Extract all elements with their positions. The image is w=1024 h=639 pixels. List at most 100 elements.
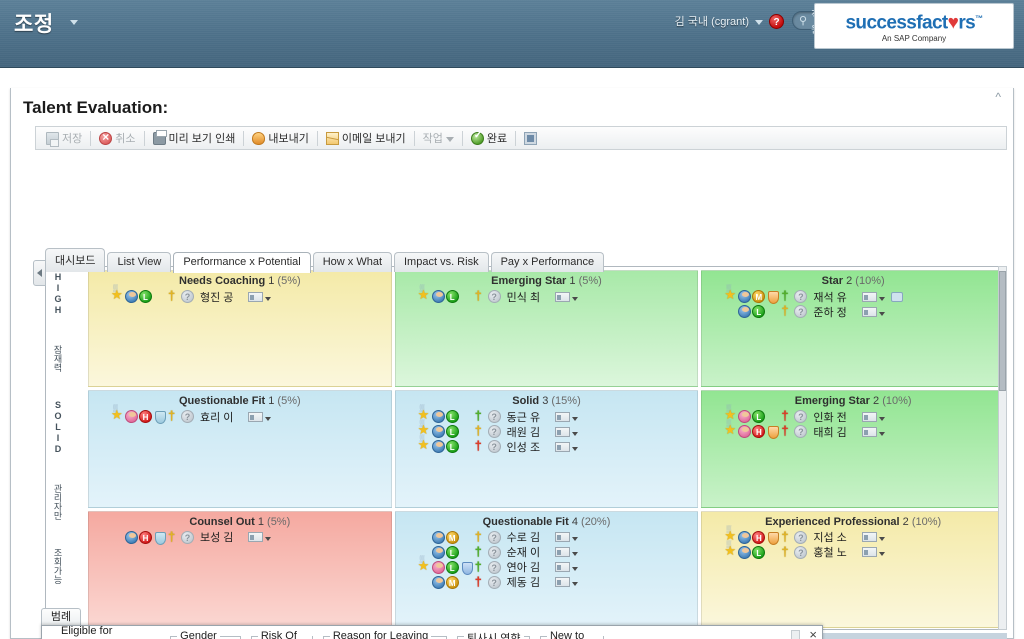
employee-name[interactable]: 민식 최 <box>507 289 540 305</box>
employee-card-icon[interactable] <box>555 547 571 558</box>
employee-card-chevron-icon[interactable] <box>572 416 579 421</box>
employee-row[interactable]: L?인화 전 <box>724 405 1004 425</box>
employee-row[interactable]: L?민식 최 <box>418 285 698 305</box>
matrix-vertical-scrollbar[interactable] <box>998 266 1007 630</box>
done-button[interactable]: 완료 <box>465 128 513 148</box>
employee-card-chevron-icon[interactable] <box>572 296 579 301</box>
employee-row[interactable]: L?홍철 노 <box>724 541 1004 560</box>
employee-name[interactable]: 수로 김 <box>507 529 540 545</box>
employee-row[interactable]: L?순재 이 <box>418 544 698 560</box>
employee-row[interactable]: L?인성 조 <box>418 435 698 455</box>
employee-name[interactable]: 태희 김 <box>813 424 846 440</box>
matrix-cell[interactable]: Experienced Professional 2 (10%)H?지섭 소L?… <box>701 510 1005 628</box>
employee-card-icon[interactable] <box>555 426 571 437</box>
employee-card-icon[interactable] <box>248 291 264 302</box>
tab-how-x-what[interactable]: How x What <box>312 252 392 272</box>
employee-name[interactable]: 인화 전 <box>813 409 846 425</box>
cancel-button[interactable]: 취소 <box>93 128 141 148</box>
employee-card-chevron-icon[interactable] <box>878 537 885 542</box>
employee-card-chevron-icon[interactable] <box>265 537 272 542</box>
actions-menu-button[interactable]: 작업 <box>417 128 460 148</box>
tab-list-view[interactable]: List View <box>107 252 172 272</box>
employee-card-chevron-icon[interactable] <box>572 537 579 542</box>
email-button[interactable]: 이메일 보내기 <box>320 128 412 148</box>
employee-card-chevron-icon[interactable] <box>878 552 885 557</box>
matrix-cell[interactable]: Questionable Fit 1 (5%)H?효리 이 <box>88 390 392 508</box>
employee-row[interactable]: L?형진 공 <box>111 285 391 305</box>
employee-name[interactable]: 래원 김 <box>507 424 540 440</box>
employee-card-icon[interactable] <box>555 291 571 302</box>
module-title[interactable]: 조정 <box>14 8 54 38</box>
matrix-cell[interactable]: Emerging Star 2 (10%)L?인화 전H?태희 김 <box>701 390 1005 508</box>
export-button[interactable]: 내보내기 <box>246 128 314 148</box>
employee-card-chevron-icon[interactable] <box>878 296 885 301</box>
employee-card-icon[interactable] <box>248 411 264 422</box>
employee-card-icon[interactable] <box>861 532 877 543</box>
employee-name[interactable]: 준하 정 <box>813 304 846 320</box>
employee-row[interactable]: M?제동 김 <box>418 574 698 590</box>
employee-name[interactable]: 홍철 노 <box>813 544 846 560</box>
employee-name[interactable]: 동근 유 <box>507 409 540 425</box>
employee-card-icon[interactable] <box>861 291 877 302</box>
employee-card-chevron-icon[interactable] <box>572 431 579 436</box>
employee-row[interactable]: M?수로 김 <box>418 529 698 545</box>
employee-name[interactable]: 순재 이 <box>507 544 540 560</box>
employee-row[interactable]: H?보성 김 <box>111 529 391 545</box>
employee-card-chevron-icon[interactable] <box>878 416 885 421</box>
employee-card-chevron-icon[interactable] <box>572 552 579 557</box>
employee-name[interactable]: 보성 김 <box>200 529 233 545</box>
grid-view-button[interactable] <box>518 128 543 148</box>
employee-name[interactable]: 제동 김 <box>507 574 540 590</box>
panel-collapse-icon[interactable]: ^ <box>995 90 1001 104</box>
employee-card-icon[interactable] <box>861 426 877 437</box>
tab-performance-x-potential[interactable]: Performance x Potential <box>173 252 311 273</box>
employee-card-icon[interactable] <box>555 532 571 543</box>
matrix-cell[interactable]: Emerging Star 1 (5%)L?민식 최 <box>394 270 699 388</box>
save-button[interactable]: 저장 <box>40 128 88 148</box>
employee-card-chevron-icon[interactable] <box>572 567 579 572</box>
employee-card-icon[interactable] <box>555 562 571 573</box>
employee-name[interactable]: 연아 김 <box>507 559 540 575</box>
employee-row[interactable]: L?연아 김 <box>418 556 698 575</box>
matrix-cell[interactable]: Counsel Out 1 (5%)H?보성 김 <box>88 510 392 628</box>
module-caret-icon[interactable] <box>70 20 78 25</box>
employee-card-icon[interactable] <box>555 577 571 588</box>
matrix-cell[interactable]: Needs Coaching 1 (5%)L?형진 공 <box>88 270 392 388</box>
legend-vertical-scrollbar[interactable] <box>791 630 800 639</box>
employee-row[interactable]: H?효리 이 <box>111 405 391 425</box>
employee-card-chevron-icon[interactable] <box>878 431 885 436</box>
close-icon[interactable]: × <box>809 628 817 639</box>
employee-card-icon[interactable] <box>555 411 571 422</box>
print-preview-button[interactable]: 미리 보기 인쇄 <box>147 128 242 148</box>
tab-pay-x-performance[interactable]: Pay x Performance <box>490 252 605 272</box>
matrix-cell[interactable]: Star 2 (10%)M?재석 유L?준하 정 <box>701 270 1005 388</box>
employee-name[interactable]: 형진 공 <box>200 289 233 305</box>
employee-card-icon[interactable] <box>861 411 877 422</box>
chevron-down-icon[interactable] <box>755 19 763 25</box>
employee-card-chevron-icon[interactable] <box>878 311 885 316</box>
employee-card-icon[interactable] <box>248 532 264 543</box>
employee-row[interactable]: H?지섭 소 <box>724 526 1004 545</box>
legend-tab[interactable]: 범례 <box>41 608 81 626</box>
employee-name[interactable]: 재석 유 <box>813 289 846 305</box>
employee-card-icon[interactable] <box>861 306 877 317</box>
matrix-cell[interactable]: Solid 3 (15%)L?동근 유L?래원 김L?인성 조 <box>394 390 699 508</box>
employee-name[interactable]: 효리 이 <box>200 409 233 425</box>
employee-card-chevron-icon[interactable] <box>265 296 272 301</box>
scrollbar-thumb[interactable] <box>999 271 1006 391</box>
user-menu[interactable]: 김 국내 (cgrant) ? <box>675 13 784 29</box>
tab-[interactable]: 대시보드 <box>45 248 106 272</box>
employee-card-chevron-icon[interactable] <box>572 582 579 587</box>
matrix-cell[interactable]: Questionable Fit 4 (20%)M?수로 김L?순재 이L?연아… <box>394 510 699 628</box>
employee-row[interactable]: M?재석 유 <box>724 285 1004 305</box>
employee-row[interactable]: L?래원 김 <box>418 420 698 440</box>
employee-card-chevron-icon[interactable] <box>572 446 579 451</box>
help-icon[interactable]: ? <box>769 13 784 29</box>
employee-row[interactable]: H?태희 김 <box>724 420 1004 440</box>
sidebar-collapse-handle[interactable] <box>33 260 46 286</box>
employee-card-icon[interactable] <box>555 441 571 452</box>
employee-name[interactable]: 지섭 소 <box>813 529 846 545</box>
employee-name[interactable]: 인성 조 <box>507 439 540 455</box>
tab-impact-vs-risk[interactable]: Impact vs. Risk <box>394 252 489 272</box>
employee-row[interactable]: L?준하 정 <box>724 303 1004 320</box>
